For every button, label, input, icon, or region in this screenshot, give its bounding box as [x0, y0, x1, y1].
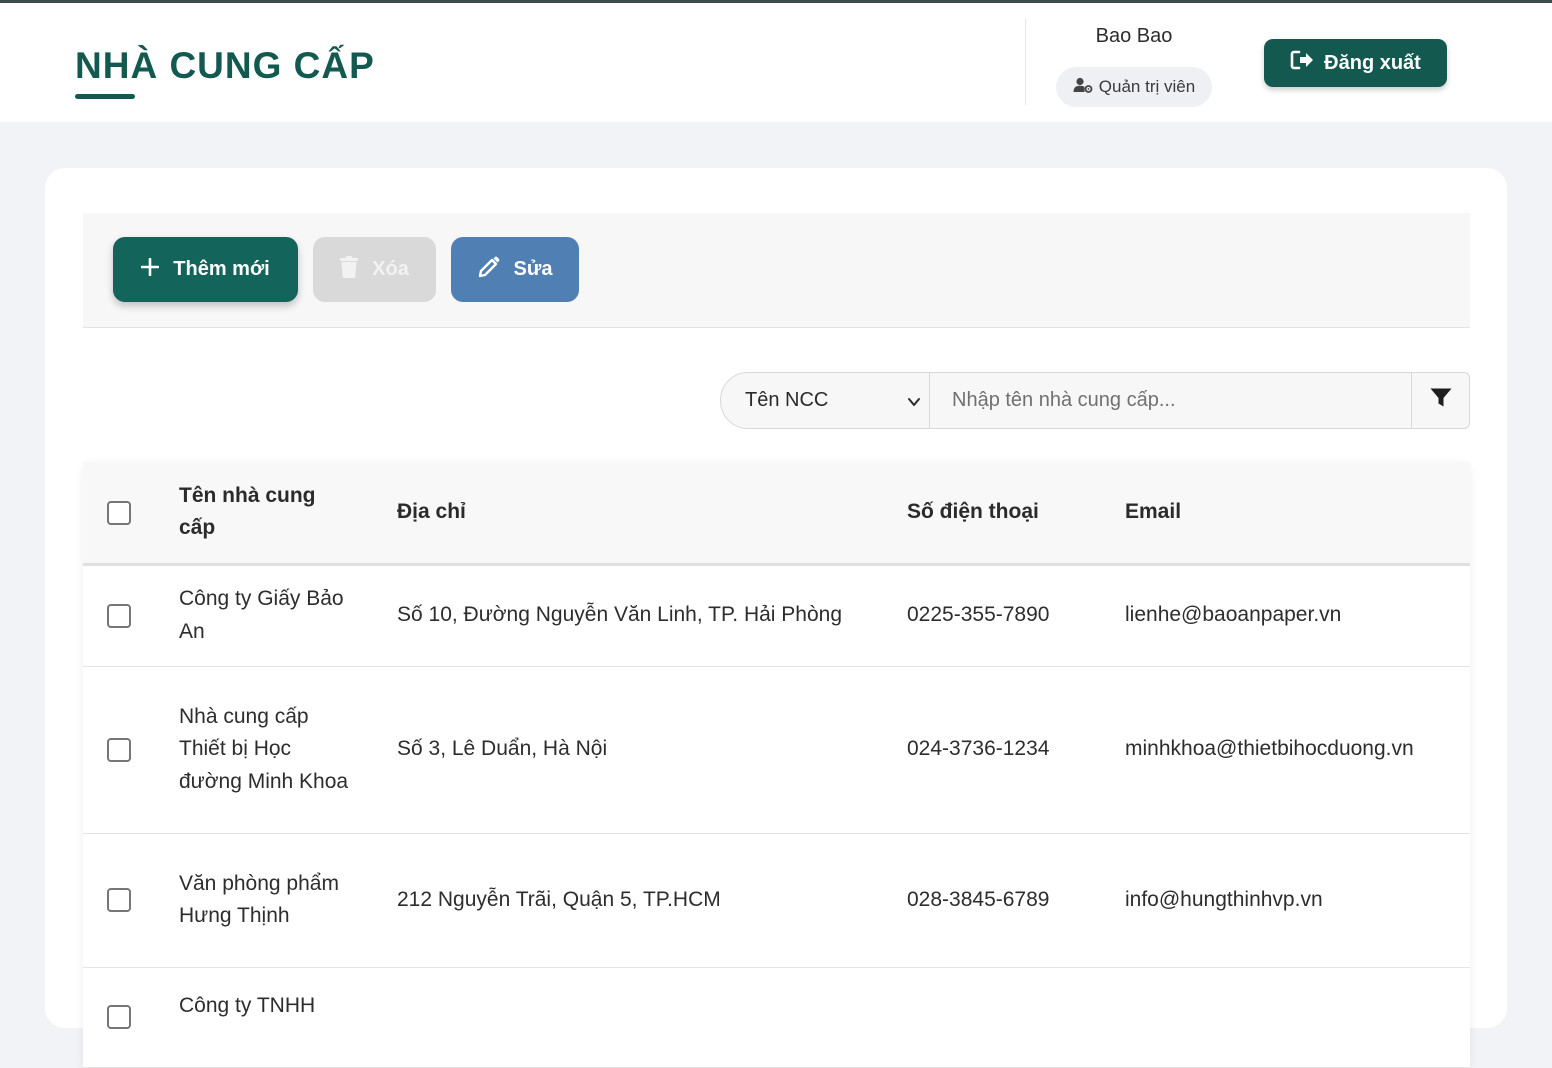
row-checkbox[interactable]: [107, 1005, 131, 1030]
pencil-icon: [478, 256, 500, 284]
cell-phone: 024-3736-1234: [907, 666, 1125, 834]
edit-label: Sửa: [513, 258, 553, 280]
row-checkbox[interactable]: [107, 737, 131, 762]
toolbar: Thêm mới Xóa Sửa: [83, 213, 1470, 328]
search-field-select[interactable]: Tên NCC: [720, 372, 930, 429]
role-badge: Quản trị viên: [1056, 67, 1212, 107]
select-all-checkbox[interactable]: [107, 500, 131, 525]
cell-email: info@hungthinhvp.vn: [1125, 833, 1470, 968]
col-header-phone: Số điện thoại: [907, 462, 1125, 566]
table-row[interactable]: Công ty Giấy Bảo An Số 10, Đường Nguyễn …: [83, 564, 1470, 667]
add-new-button[interactable]: Thêm mới: [113, 237, 298, 302]
cell-address: 212 Nguyễn Trãi, Quận 5, TP.HCM: [397, 833, 907, 968]
edit-button[interactable]: Sửa: [451, 237, 579, 302]
supplier-table: Tên nhà cung cấp Địa chỉ Số điện thoại E…: [83, 462, 1470, 1068]
table-row[interactable]: Công ty TNHH: [83, 967, 1470, 1068]
filter-icon: [1430, 388, 1452, 413]
table-row[interactable]: Nhà cung cấp Thiết bị Học đường Minh Kho…: [83, 666, 1470, 834]
cell-email: lienhe@baoanpaper.vn: [1125, 564, 1470, 667]
cell-name: Nhà cung cấp Thiết bị Học đường Minh Kho…: [179, 666, 397, 834]
add-new-label: Thêm mới: [173, 258, 270, 280]
title-underline: [75, 94, 135, 99]
table-row[interactable]: Văn phòng phẩm Hưng Thịnh 212 Nguyễn Trã…: [83, 833, 1470, 968]
search-field-value: Tên NCC: [745, 389, 829, 411]
cell-phone: [907, 967, 1125, 1068]
filter-button[interactable]: [1411, 372, 1470, 429]
cell-address: [397, 967, 907, 1068]
cell-address: Số 3, Lê Duẩn, Hà Nội: [397, 666, 907, 834]
header-divider: [1025, 19, 1026, 105]
role-label: Quản trị viên: [1098, 77, 1196, 96]
row-checkbox[interactable]: [107, 603, 131, 628]
search-bar: Tên NCC: [720, 372, 1470, 429]
cell-address: Số 10, Đường Nguyễn Văn Linh, TP. Hải Ph…: [397, 564, 907, 667]
sign-out-icon: [1290, 50, 1314, 76]
user-gear-icon: [1073, 77, 1093, 98]
cell-phone: 0225-355-7890: [907, 564, 1125, 667]
col-header-name: Tên nhà cung cấp: [179, 462, 397, 566]
trash-icon: [340, 255, 359, 284]
delete-label: Xóa: [372, 258, 409, 280]
cell-email: [1125, 967, 1470, 1068]
col-header-email: Email: [1125, 462, 1470, 566]
logout-button[interactable]: Đăng xuất: [1264, 39, 1447, 87]
page-title: NHÀ CUNG CẤP: [75, 45, 375, 86]
table-header-row: Tên nhà cung cấp Địa chỉ Số điện thoại E…: [83, 462, 1470, 566]
logout-label: Đăng xuất: [1324, 51, 1421, 74]
chevron-down-icon: [907, 392, 921, 415]
cell-phone: 028-3845-6789: [907, 833, 1125, 968]
col-header-address: Địa chỉ: [397, 462, 907, 566]
cell-name: Văn phòng phẩm Hưng Thịnh: [179, 833, 397, 968]
cell-name: Công ty TNHH: [179, 967, 397, 1068]
page-header: NHÀ CUNG CẤP Bao Bao Quản trị viên Đăng …: [0, 3, 1552, 122]
user-name: Bao Bao: [1095, 25, 1173, 47]
delete-button[interactable]: Xóa: [313, 237, 436, 302]
cell-email: minhkhoa@thietbihocduong.vn: [1125, 666, 1470, 834]
content-card: Thêm mới Xóa Sửa Tên NCC Nhập tên nhà cu…: [45, 168, 1507, 1068]
plus-icon: [140, 257, 160, 282]
cell-name: Công ty Giấy Bảo An: [179, 564, 397, 667]
search-input[interactable]: [929, 372, 1412, 429]
row-checkbox[interactable]: [107, 888, 131, 913]
